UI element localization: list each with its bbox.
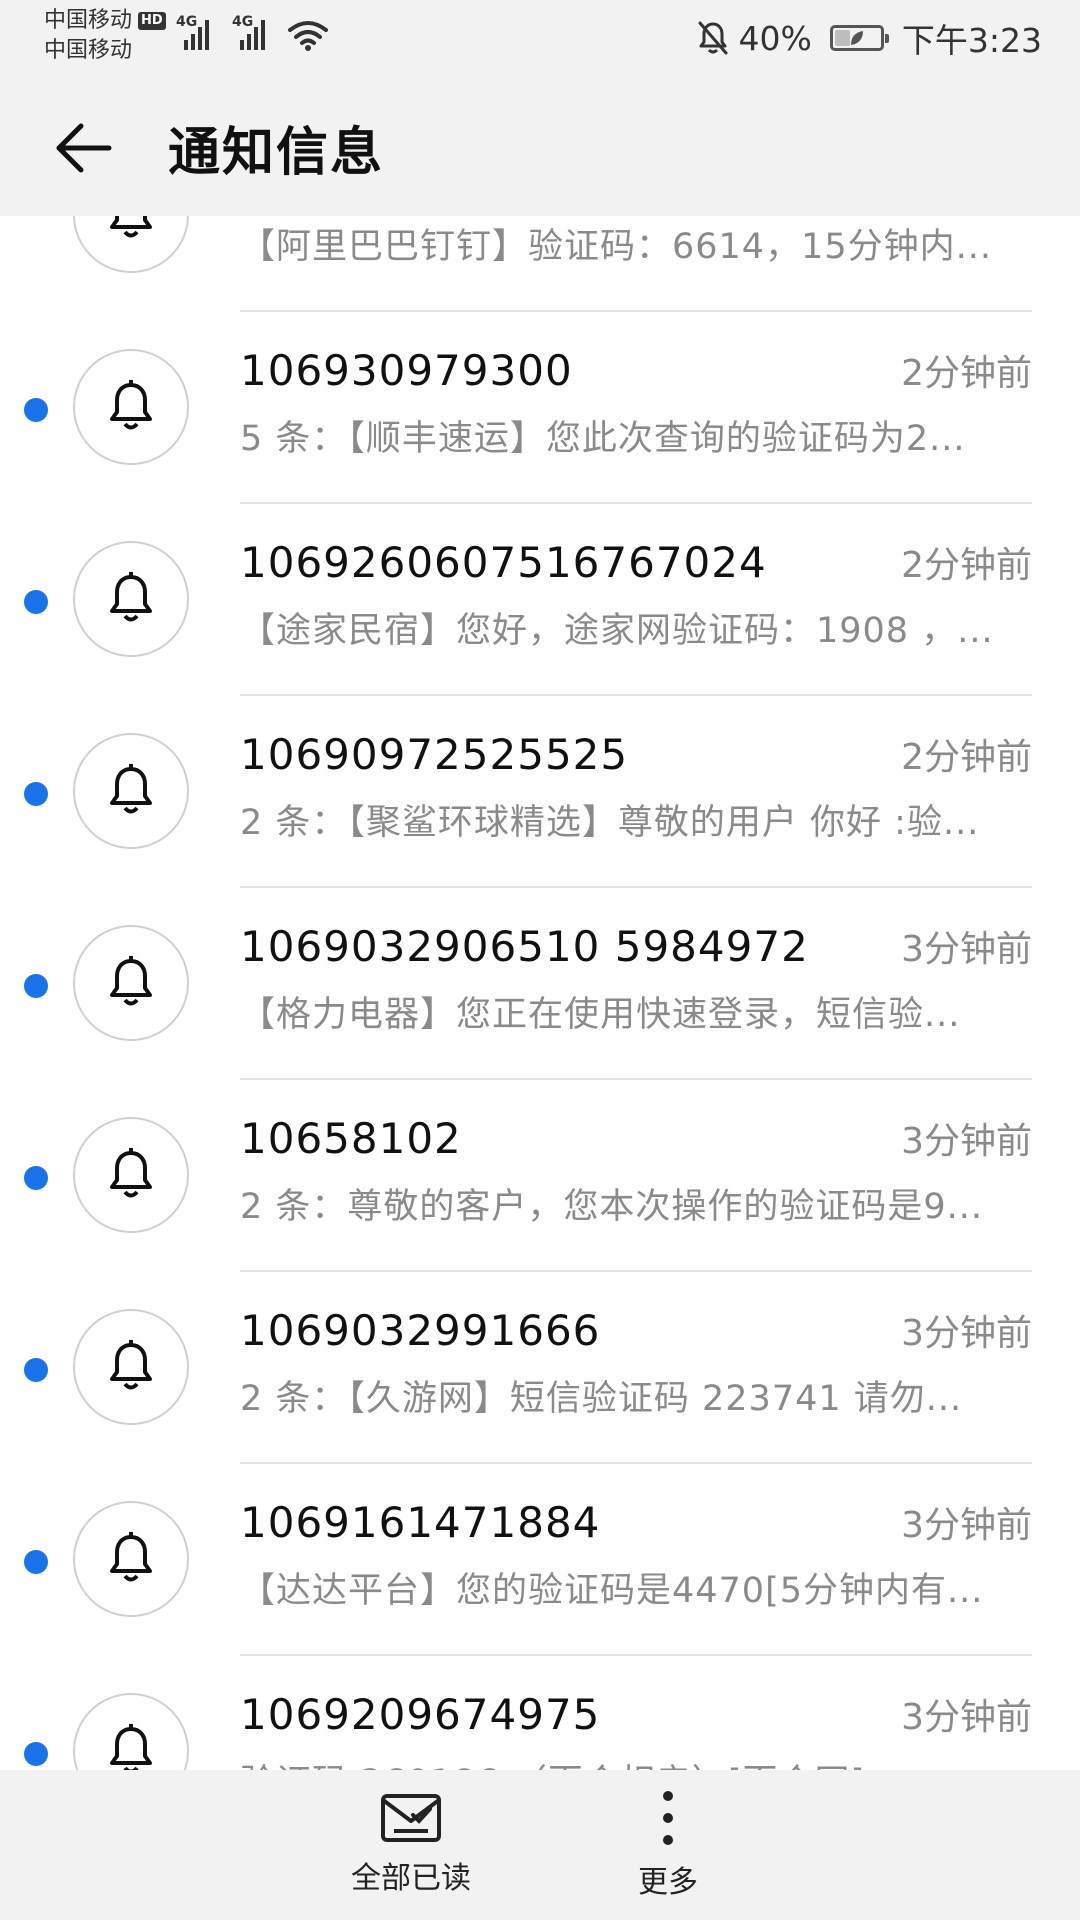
unread-dot <box>24 398 48 422</box>
mark-all-read-button[interactable]: 全部已读 <box>331 1770 491 1920</box>
status-bar: 中国移动 HD 中国移动 4G 4G 40% 下午3:23 <box>0 0 1080 78</box>
avatar <box>73 733 189 849</box>
battery-fill <box>834 30 851 46</box>
message-time: 3分钟前 <box>901 1313 1032 1354</box>
avatar <box>73 1117 189 1233</box>
signal-icon: 4G <box>176 14 216 52</box>
avatar <box>73 925 189 1041</box>
bell-icon <box>110 380 152 430</box>
avatar <box>73 541 189 657</box>
unread-dot <box>24 782 48 806</box>
carrier-1: 中国移动 <box>44 8 133 33</box>
avatar <box>73 349 189 465</box>
bell-icon <box>110 956 152 1006</box>
battery-percent: 40% <box>738 18 812 58</box>
message-time: 2分钟前 <box>901 737 1032 778</box>
message-sender: 106930979300 <box>240 346 573 395</box>
message-preview: 【途家民宿】您好，途家网验证码：1908 ，... <box>240 611 994 651</box>
message-preview: 2 条：尊敬的客户，您本次操作的验证码是9... <box>240 1187 984 1227</box>
message-row[interactable]: 1069032906510 5984972 3分钟前【格力电器】您正在使用快速登录… <box>0 888 1080 1080</box>
bell-icon <box>110 216 152 238</box>
screen: 中国移动 HD 中国移动 4G 4G 40% 下午3:23 通知信息 【阿里巴巴… <box>0 0 1080 1920</box>
unread-dot <box>24 1742 48 1766</box>
wifi-icon <box>288 21 328 51</box>
leaf-icon <box>850 31 863 45</box>
page-title: 通知信息 <box>168 123 385 183</box>
message-preview: 【格力电器】您正在使用快速登录，短信验... <box>240 995 961 1035</box>
avatar <box>73 1501 189 1617</box>
message-preview: 验证码 260186 （百合相亲）[百合网] <box>240 1754 1032 1770</box>
more-button[interactable]: 更多 <box>588 1770 748 1920</box>
bell-icon <box>110 572 152 622</box>
signal-group: 4G 4G <box>176 14 328 52</box>
more-vertical-icon <box>663 1791 673 1845</box>
message-sender: 1069032991666 <box>240 1306 601 1355</box>
message-list-inner: 【阿里巴巴钉钉】验证码：6614，15分钟内... 106930979300 2分钟… <box>0 216 1080 1770</box>
message-row[interactable]: 106930979300 2分钟前 5 条：【顺丰速运】您此次查询的验证码为2... <box>0 312 1080 504</box>
message-time: 3分钟前 <box>901 929 1032 970</box>
back-arrow-icon <box>56 123 112 173</box>
bell-icon <box>110 1724 152 1770</box>
unread-dot <box>24 1166 48 1190</box>
message-sender: 1069032906510 5984972 <box>240 922 809 971</box>
message-time: 3分钟前 <box>901 1505 1032 1546</box>
message-sender: 10658102 <box>240 1114 462 1163</box>
message-list[interactable]: 【阿里巴巴钉钉】验证码：6614，15分钟内... 106930979300 2分钟… <box>0 216 1080 1770</box>
hd-badge: HD <box>138 12 166 30</box>
message-preview: 2 条：【聚鲨环球精选】尊敬的用户 你好 :验... <box>240 803 980 843</box>
network-type-1: 4G <box>176 14 198 30</box>
message-row[interactable]: 1069260607516767024 2分钟前【途家民宿】您好，途家网验证码：1… <box>0 504 1080 696</box>
message-sender: 1069161471884 <box>240 1498 601 1547</box>
signal-icon: 4G <box>232 14 272 52</box>
mute-bell-icon <box>698 21 728 55</box>
message-sender: 10690972525525 <box>240 730 629 779</box>
unread-dot <box>24 1550 48 1574</box>
message-preview: 【达达平台】您的验证码是4470[5分钟内有... <box>240 1571 984 1611</box>
message-time: 3分钟前 <box>901 1121 1032 1162</box>
message-preview: 【阿里巴巴钉钉】验证码：6614，15分钟内... <box>240 227 992 267</box>
message-row[interactable]: 1069161471884 3分钟前【达达平台】您的验证码是4470[5分钟内有.… <box>0 1464 1080 1656</box>
bottom-bar: 全部已读 更多 <box>0 1770 1080 1920</box>
message-time: 3分钟前 <box>901 1697 1032 1738</box>
message-row[interactable]: 1069032991666 3分钟前 2 条：【久游网】短信验证码 223741 请… <box>0 1272 1080 1464</box>
carrier-2: 中国移动 <box>44 38 133 63</box>
status-right: 40% 下午3:23 <box>697 14 1042 62</box>
message-preview: 5 条：【顺丰速运】您此次查询的验证码为2... <box>240 419 966 459</box>
unread-dot <box>24 1358 48 1382</box>
clock: 下午3:23 <box>901 21 1042 60</box>
avatar <box>73 216 189 273</box>
battery-icon <box>829 25 889 51</box>
message-time: 2分钟前 <box>901 353 1032 394</box>
carrier-block: 中国移动 HD 中国移动 <box>44 6 166 66</box>
message-row[interactable]: 10658102 3分钟前 2 条：尊敬的客户，您本次操作的验证码是9... <box>0 1080 1080 1272</box>
bell-icon <box>110 1532 152 1582</box>
message-time: 2分钟前 <box>901 545 1032 586</box>
app-header: 通知信息 <box>0 78 1080 216</box>
message-preview: 2 条：【久游网】短信验证码 223741 请勿... <box>240 1379 963 1419</box>
mark-read-icon <box>381 1794 441 1842</box>
unread-dot <box>24 974 48 998</box>
network-type-2: 4G <box>232 14 254 30</box>
avatar <box>73 1309 189 1425</box>
bell-icon <box>110 764 152 814</box>
message-sender: 1069260607516767024 <box>240 538 767 587</box>
more-label: 更多 <box>638 1865 698 1900</box>
back-button[interactable] <box>48 116 118 180</box>
bell-icon <box>110 1148 152 1198</box>
message-row[interactable]: 1069209674975 3分钟前验证码 260186 （百合相亲）[百合网] <box>0 1656 1080 1770</box>
message-row[interactable]: 【阿里巴巴钉钉】验证码：6614，15分钟内... <box>0 216 1080 312</box>
avatar <box>73 1693 189 1770</box>
bell-icon <box>110 1340 152 1390</box>
mark-all-read-label: 全部已读 <box>351 1861 471 1896</box>
message-row[interactable]: 10690972525525 2分钟前 2 条：【聚鲨环球精选】尊敬的用户 你好 :… <box>0 696 1080 888</box>
unread-dot <box>24 590 48 614</box>
message-sender: 1069209674975 <box>240 1690 601 1739</box>
